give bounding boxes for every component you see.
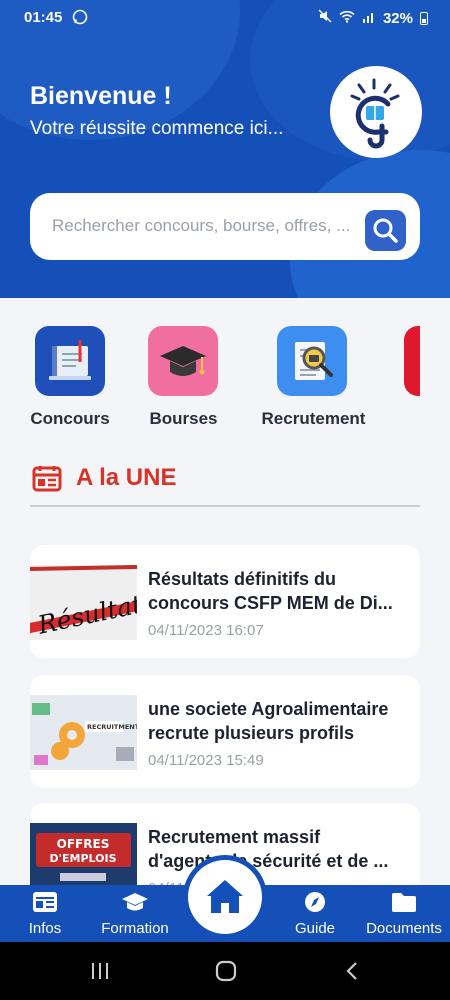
divider [30, 505, 420, 507]
graduation-cap-icon [122, 893, 148, 911]
home-button[interactable] [188, 860, 262, 934]
status-time: 01:45 [24, 9, 63, 26]
category-carousel[interactable]: Concours Bourses Recrutement [0, 326, 420, 436]
article-date: 04/11/2023 16:07 [148, 622, 264, 639]
svg-text:RECRUITMENT: RECRUITMENT [87, 723, 137, 731]
signal-icon [362, 10, 376, 27]
battery-percent: 32% [382, 9, 413, 27]
article-thumbnail: Résultats [30, 565, 137, 640]
status-indicators: 32% [318, 9, 428, 27]
article-title: Résultats définitifs du concours CSFP ME… [148, 569, 393, 613]
search-input[interactable]: Rechercher concours, bourse, offres, ... [52, 216, 358, 236]
category-bourses[interactable]: Bourses [146, 326, 221, 429]
article-title: une societe Agroalimentaire recrute plus… [148, 699, 389, 743]
nav-formation[interactable]: Formation [95, 891, 175, 937]
home-icon [207, 880, 243, 913]
search-bar[interactable]: Rechercher concours, bourse, offres, ... [30, 193, 420, 260]
graduation-cap-icon [148, 326, 218, 396]
category-label: Concours [30, 409, 110, 428]
article-card[interactable]: Résultats Résultats définitifs du concou… [30, 545, 420, 658]
wifi-icon [339, 10, 355, 27]
article-thumbnail: RECRUITMENT [30, 695, 137, 770]
section-title: A la UNE [76, 464, 177, 491]
nav-guide[interactable]: Guide [291, 891, 339, 937]
job-search-icon [277, 326, 347, 396]
category-label: Recrutement [261, 409, 366, 428]
svg-text:D'EMPLOIS: D'EMPLOIS [49, 852, 116, 865]
system-home-icon[interactable] [215, 960, 237, 982]
nav-documents[interactable]: Documents [360, 891, 448, 937]
mute-icon [318, 9, 332, 27]
category-label: Bourses [149, 409, 218, 428]
nav-label: Documents [366, 920, 442, 937]
svg-text:OFFRES: OFFRES [57, 837, 110, 851]
book-icon [35, 326, 105, 396]
recent-apps-icon[interactable] [92, 963, 108, 979]
article-date: 04/11/2023 15:49 [148, 752, 264, 769]
nav-label: Formation [101, 920, 169, 937]
welcome-title: Bienvenue ! [30, 82, 172, 110]
status-bar: 01:45 32% [0, 0, 450, 34]
folder-icon [392, 893, 416, 912]
system-navigation-bar [0, 942, 450, 1000]
lightbulb-logo-icon [350, 78, 400, 149]
back-icon[interactable] [346, 962, 357, 980]
newspaper-icon [32, 465, 62, 498]
category-concours[interactable]: Concours [30, 326, 110, 429]
battery-icon [420, 11, 428, 25]
compass-icon [305, 892, 325, 912]
welcome-subtitle: Votre réussite commence ici... [30, 118, 284, 139]
category-partial[interactable] [404, 326, 420, 396]
app-logo[interactable] [330, 66, 422, 158]
search-button[interactable] [365, 210, 406, 251]
nav-label: Infos [28, 920, 62, 937]
nav-infos[interactable]: Infos [22, 891, 68, 937]
search-icon [373, 218, 398, 243]
category-icon [404, 326, 420, 396]
newspaper-icon [33, 892, 57, 912]
category-recrutement[interactable]: Recrutement [256, 326, 371, 429]
article-card[interactable]: RECRUITMENT une societe Agroalimentaire … [30, 675, 420, 788]
nav-label: Guide [294, 920, 336, 937]
whatsapp-icon [72, 9, 88, 28]
